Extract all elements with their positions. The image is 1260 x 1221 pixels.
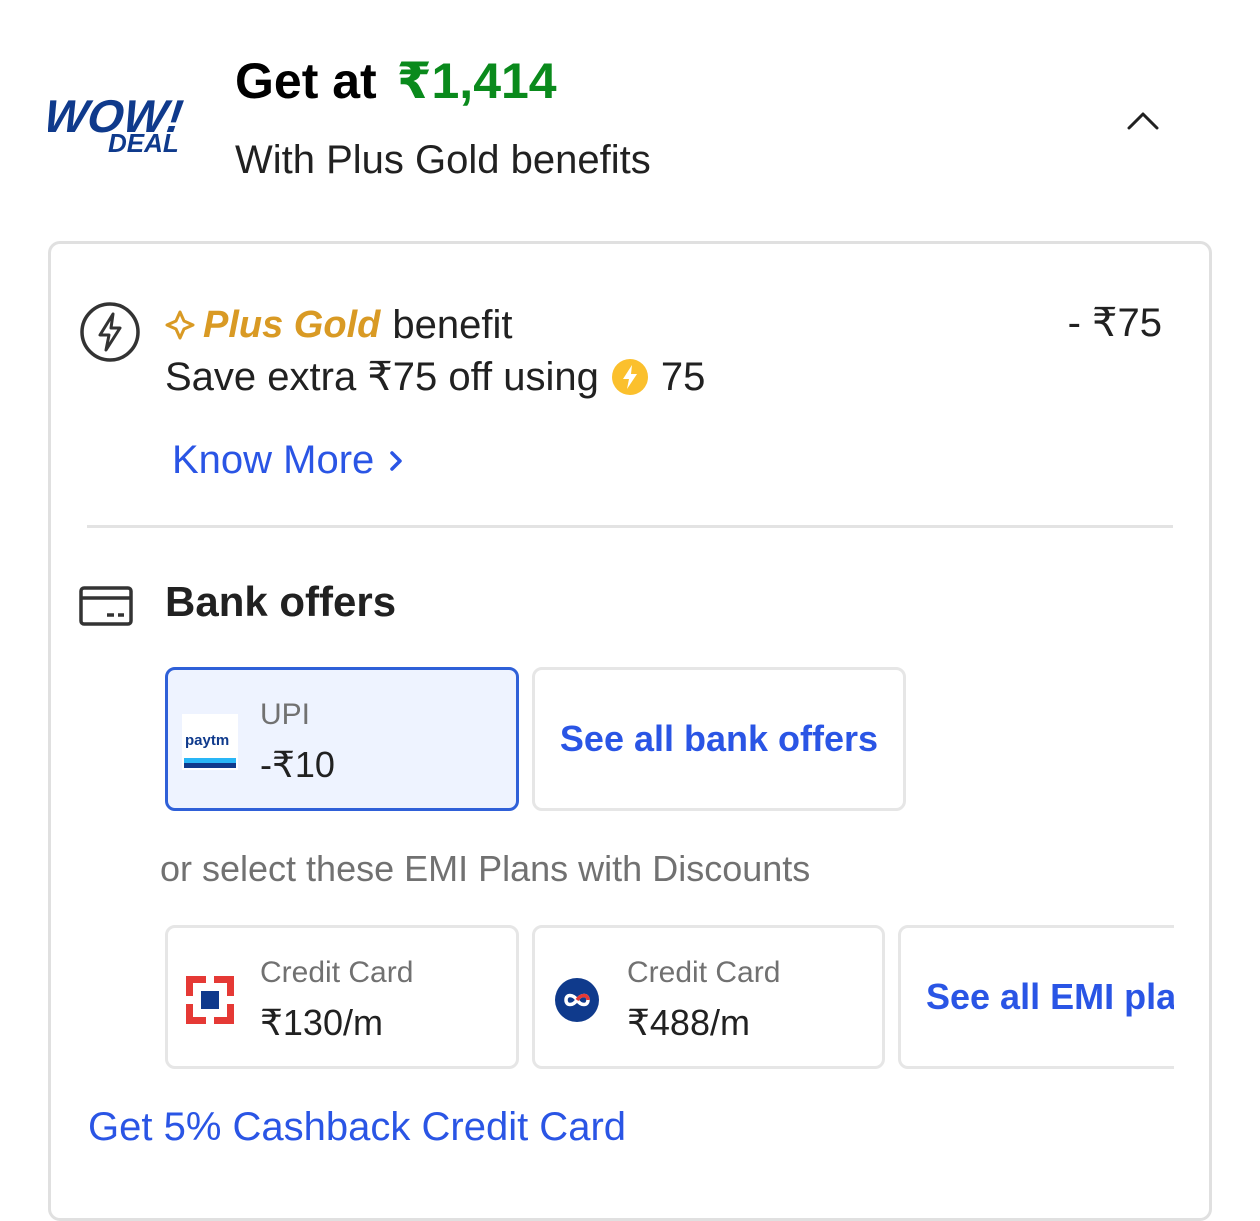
emi-plan-tile[interactable]: Credit Card ₹130/m — [165, 925, 519, 1069]
bank-offers-title: Bank offers — [165, 578, 397, 625]
section-divider — [87, 525, 1173, 528]
plus-gold-brand: Plus Gold — [203, 303, 381, 346]
see-all-bank-offers-button[interactable]: See all bank offers — [532, 667, 906, 811]
chevron-up-icon — [1127, 112, 1159, 130]
paytm-logo: paytm — [182, 714, 238, 770]
collapse-button[interactable] — [1118, 100, 1168, 140]
know-more-link[interactable]: Know More — [172, 438, 404, 483]
plus-gold-benefit-label: benefit — [392, 302, 513, 347]
plus-gold-save-text: Save extra ₹75 off using 75 — [165, 354, 705, 400]
upi-offer-tile[interactable]: paytm UPI -₹10 — [165, 667, 519, 811]
see-all-bank-offers-label: See all bank offers — [559, 718, 879, 759]
plus-gold-heading: Plus Gold benefit — [165, 300, 512, 350]
emi-hint: or select these EMI Plans with Discounts — [160, 848, 811, 889]
emi-plan-amount: ₹130/m — [260, 1002, 383, 1043]
see-all-emi-plans-label: See all EMI plans — [926, 976, 1174, 1017]
hdfc-bank-logo — [182, 972, 238, 1028]
plus-gold-discount: - ₹75 — [1067, 301, 1162, 345]
upi-amount: -₹10 — [260, 744, 335, 785]
deal-price: ₹1,414 — [396, 53, 557, 109]
headline-prefix: Get at — [235, 53, 377, 109]
deal-headline: Get at ₹1,414 — [235, 52, 557, 110]
upi-label: UPI — [260, 698, 311, 731]
supercoin-count: 75 — [660, 354, 706, 399]
logo-deal-text: DEAL — [108, 128, 179, 158]
cashback-credit-card-link[interactable]: Get 5% Cashback Credit Card — [88, 1105, 626, 1150]
deal-subline: With Plus Gold benefits — [235, 138, 651, 182]
kotak-bank-logo — [555, 978, 599, 1022]
paytm-logo-text: paytm — [185, 732, 229, 749]
plus-gold-diamond-icon — [165, 310, 195, 340]
emi-plan-tile[interactable]: Credit Card ₹488/m — [532, 925, 885, 1069]
know-more-label: Know More — [172, 438, 375, 482]
emi-plan-amount: ₹488/m — [627, 1002, 750, 1043]
credit-card-icon — [79, 586, 133, 626]
see-all-emi-plans-button[interactable]: See all EMI plans — [898, 925, 1174, 1069]
emi-plan-label: Credit Card — [627, 956, 781, 989]
chevron-right-icon — [390, 450, 403, 471]
emi-plan-label: Credit Card — [260, 956, 414, 989]
deal-header: WOW! DEAL Get at ₹1,414 With Plus Gold be… — [0, 0, 1260, 220]
save-description: Save extra ₹75 off using — [165, 355, 599, 399]
supercoin-icon — [611, 359, 648, 395]
wow-deal-logo: WOW! DEAL — [48, 90, 186, 158]
lightning-circle-icon — [80, 302, 140, 362]
